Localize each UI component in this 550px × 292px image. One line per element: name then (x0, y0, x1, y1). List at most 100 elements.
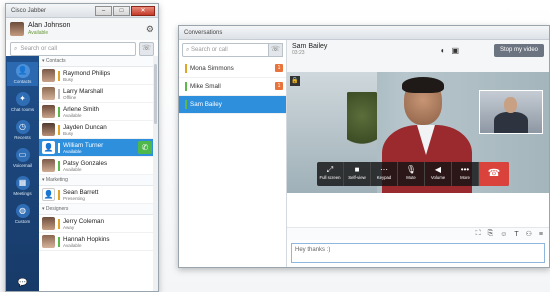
contact-status: Available (63, 148, 82, 154)
gear-icon[interactable]: ⚙ (146, 24, 154, 35)
keypad-icon: ⋯ (380, 165, 388, 174)
contact-name: William Turner (63, 141, 104, 149)
text-format-icon[interactable]: T (514, 231, 518, 238)
conversations-body: ⌕ Search or call ☏ Mona Simmons 1 Mike S… (179, 40, 549, 267)
nav-label: Meetings (13, 191, 32, 196)
microphone-icon: 🎙 (405, 165, 417, 174)
close-button[interactable]: ✕ (131, 6, 155, 16)
person-icon: 👤 (42, 188, 55, 201)
share-icon[interactable]: ▣ (451, 46, 459, 55)
keypad-button[interactable]: ⋯ Keypad (371, 162, 398, 186)
scrollbar-thumb[interactable] (154, 64, 157, 124)
custom-icon: ◍ (15, 204, 30, 218)
call-button[interactable]: ✆ (138, 141, 152, 154)
chat-history[interactable] (287, 193, 549, 227)
contact-row[interactable]: Arlene Smith Available (39, 103, 158, 121)
avatar (42, 69, 55, 82)
screenshot-icon[interactable]: ⛶ (476, 230, 481, 238)
search-input[interactable]: ⌕ Search or call (10, 42, 136, 56)
presence-indicator (58, 106, 60, 117)
mute-button[interactable]: 🎙 Mute (398, 162, 425, 186)
stop-video-button[interactable]: Stop my video (493, 44, 544, 57)
conversation-list: ⌕ Search or call ☏ Mona Simmons 1 Mike S… (179, 40, 287, 267)
scrollbar[interactable] (153, 56, 158, 291)
person-icon: 👤 (15, 64, 30, 78)
presence-indicator (185, 82, 187, 91)
chat-bubble-icon[interactable]: 💬 (18, 278, 28, 287)
header-icons: ◐ ▣ (441, 46, 459, 55)
contact-row[interactable]: Jerry Coleman Away (39, 215, 158, 233)
contact-status: Busy (63, 130, 74, 136)
attach-icon[interactable]: ⎘ (488, 230, 494, 238)
chat-rooms-icon: ✦ (15, 92, 30, 106)
nav-meetings[interactable]: ▦ Meetings (7, 174, 38, 198)
control-label: Self-view (348, 175, 366, 180)
nav-label: Contacts (13, 79, 32, 84)
presence-indicator (58, 218, 60, 229)
nav-voicemail[interactable]: ▭ Voicemail (7, 146, 38, 170)
contact-row[interactable]: Raymond Philips Busy (39, 67, 158, 85)
contact-name: Patsy Gonzales (63, 159, 108, 167)
contact-row[interactable]: Patsy Gonzales Available (39, 157, 158, 175)
volume-button[interactable]: ◀ Volume (425, 162, 452, 186)
conversation-search-input[interactable]: ⌕ Search or call ☏ (182, 43, 283, 57)
more-options-icon[interactable]: ≡ (539, 231, 543, 238)
control-label: Keypad (376, 175, 392, 180)
conversations-titlebar[interactable]: Conversations (179, 26, 549, 40)
nav-label: Recents (14, 135, 31, 140)
nav-recents[interactable]: ◷ Recents (7, 118, 38, 142)
conversation-item-selected[interactable]: Sam Bailey (179, 96, 286, 114)
add-participant-icon[interactable]: ⚇ (526, 230, 532, 238)
avatar (42, 123, 55, 136)
search-placeholder: Search or call (191, 47, 228, 53)
presence-indicator (185, 100, 187, 109)
search-placeholder: Search or call (20, 46, 58, 52)
my-status[interactable]: Available (28, 30, 70, 36)
contact-status: Offline (63, 94, 77, 100)
nav-label: Voicemail (12, 163, 33, 168)
self-view-body (494, 112, 528, 133)
contact-name: Raymond Philips (63, 69, 111, 77)
user-header: Alan Johnson Available ⚙ (6, 18, 158, 40)
contact-row[interactable]: Larry Marshall Offline (39, 85, 158, 103)
nav-custom[interactable]: ◍ Custom (7, 202, 38, 226)
contact-row[interactable]: 👤 Sean Barrett Presenting (39, 186, 158, 204)
end-call-button[interactable]: ☎ (479, 162, 509, 186)
jabber-titlebar[interactable]: Cisco Jabber – □ ✕ (6, 4, 158, 18)
presence-indicator (58, 189, 60, 200)
dial-pad-button[interactable]: ☏ (139, 42, 154, 56)
presence-indicator (58, 124, 60, 135)
control-label: More (460, 175, 470, 180)
full-screen-button[interactable]: ⤢ Full screen (317, 162, 344, 186)
lock-icon: 🔒 (290, 76, 300, 86)
maximize-button[interactable]: □ (113, 6, 130, 16)
camera-icon: ■ (354, 165, 360, 174)
conversation-item[interactable]: Mona Simmons 1 (179, 60, 286, 78)
message-input[interactable]: Hey thanks :) (291, 243, 545, 263)
dial-pad-button[interactable]: ☏ (268, 43, 283, 57)
self-view[interactable] (479, 90, 543, 134)
self-view-button[interactable]: ■ Self-view (344, 162, 371, 186)
recents-icon: ◷ (15, 120, 30, 134)
contact-row-selected[interactable]: 👤 William Turner Available ✆ (39, 139, 158, 157)
group-header-designers[interactable]: ▾ Designers (39, 204, 158, 215)
conversation-name: Mike Small (190, 83, 221, 90)
contact-row[interactable]: Jayden Duncan Busy (39, 121, 158, 139)
nav-contacts[interactable]: 👤 Contacts (7, 62, 38, 86)
nav-label: Chat rooms (10, 107, 35, 112)
control-label: Mute (406, 175, 416, 180)
conversations-window: Conversations ⌕ Search or call ☏ Mona Si… (178, 25, 550, 268)
contact-row[interactable]: Hannah Hopkins Available (39, 233, 158, 251)
minimize-button[interactable]: – (95, 6, 112, 16)
group-header-contacts[interactable]: ▾ Contacts (39, 56, 158, 67)
nav-chat-rooms[interactable]: ✦ Chat rooms (7, 90, 38, 114)
hang-up-icon: ☎ (487, 168, 501, 179)
group-header-marketing[interactable]: ▾ Marketing (39, 175, 158, 186)
contact-name: Arlene Smith (63, 105, 100, 113)
my-avatar[interactable] (10, 22, 24, 36)
jabber-window: Cisco Jabber – □ ✕ Alan Johnson Availabl… (5, 3, 159, 292)
contrast-icon[interactable]: ◐ (441, 46, 446, 55)
more-button[interactable]: ••• More (452, 162, 479, 186)
conversation-item[interactable]: Mike Small 1 (179, 78, 286, 96)
emoticon-icon[interactable]: ☺ (500, 231, 507, 238)
